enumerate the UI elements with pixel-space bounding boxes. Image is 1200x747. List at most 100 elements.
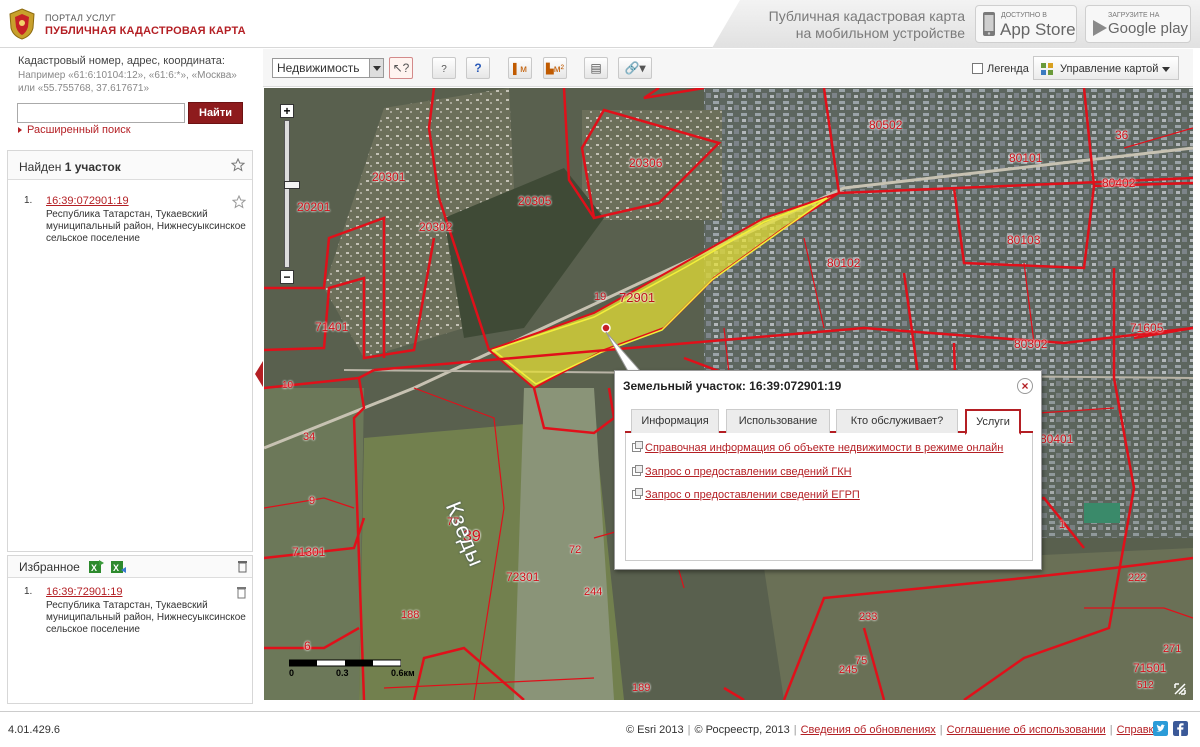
scale-label: 0.3 bbox=[336, 668, 349, 678]
results-title: Найден 1 участок bbox=[19, 160, 121, 174]
map-toolbar: Недвижимость ↖? ? ? ▌м ▙м² ▤ 🔗▾ Легенда … bbox=[263, 49, 1193, 87]
scale-label: 0.6км bbox=[391, 668, 415, 678]
layer-select-value: Недвижимость bbox=[277, 61, 360, 75]
result-num: 1. bbox=[24, 195, 33, 206]
tab-services[interactable]: Услуги bbox=[965, 409, 1021, 435]
updates-link[interactable]: Сведения об обновлениях bbox=[801, 724, 936, 736]
portal-subtitle: ПОРТАЛ УСЛУГ bbox=[45, 13, 116, 23]
search-input[interactable] bbox=[17, 103, 185, 123]
play-icon bbox=[1093, 20, 1107, 36]
resize-icon[interactable] bbox=[1173, 682, 1187, 696]
pages-icon bbox=[632, 465, 643, 476]
service-link-label: Запрос о предоставлении сведений ЕГРП bbox=[645, 489, 860, 501]
measure-question-icon: ? bbox=[441, 64, 447, 75]
service-link-label: Справочная информация об объекте недвижи… bbox=[645, 442, 1004, 454]
tab-usage[interactable]: Использование bbox=[726, 409, 830, 433]
left-panel: Кадастровый номер, адрес, координата: На… bbox=[7, 49, 254, 704]
layer-select[interactable]: Недвижимость bbox=[272, 58, 384, 78]
googleplay-small: Загрузите на bbox=[1108, 12, 1160, 19]
area-tool-button[interactable]: ▙м² bbox=[543, 57, 567, 79]
popup-body: Справочная информация об объекте недвижи… bbox=[625, 433, 1033, 561]
collapse-panel-handle[interactable] bbox=[255, 361, 263, 387]
grid-icon bbox=[1041, 63, 1053, 75]
identify-tool-button[interactable]: ↖? bbox=[389, 57, 413, 79]
favorite-id-link[interactable]: 16:39:72901:19 bbox=[46, 586, 122, 598]
result-id-link[interactable]: 16:39:072901:19 bbox=[46, 195, 129, 207]
star-icon[interactable] bbox=[231, 158, 245, 172]
favorite-address: Республика Татарстан, Тукаевский муницип… bbox=[46, 600, 246, 635]
ruler-icon: ▌м bbox=[513, 64, 527, 75]
tab-info[interactable]: Информация bbox=[631, 409, 719, 433]
info-question-icon: ? bbox=[474, 61, 482, 75]
zoom-slider[interactable] bbox=[284, 120, 300, 268]
svg-text:X: X bbox=[91, 563, 97, 573]
service-link[interactable]: Справочная информация об объекте недвижи… bbox=[632, 441, 1004, 454]
found-prefix: Найден bbox=[19, 160, 65, 174]
tab-who-serves[interactable]: Кто обслуживает? bbox=[836, 409, 958, 433]
zoom-in-button[interactable]: + bbox=[280, 104, 294, 118]
print-button[interactable]: ▤ bbox=[584, 57, 608, 79]
map-control-label: Управление картой bbox=[1060, 63, 1159, 75]
pages-icon bbox=[632, 441, 643, 452]
advanced-search-label: Расширенный поиск bbox=[27, 124, 131, 136]
advanced-search-link[interactable]: Расширенный поиск bbox=[18, 124, 131, 136]
printer-icon: ▤ bbox=[590, 61, 602, 75]
favorites-header: Избранное X X bbox=[8, 556, 252, 578]
footer-links: © Esri 2013 | © Росреестр, 2013 | Сведения о… bbox=[626, 724, 1160, 736]
cursor-question-icon: ↖? bbox=[392, 61, 410, 75]
service-link-label: Запрос о предоставлении сведений ГКН bbox=[645, 466, 852, 478]
coat-of-arms-icon[interactable] bbox=[8, 8, 36, 40]
area-ruler-icon: ▙м² bbox=[546, 64, 564, 75]
popup-title: Земельный участок: 16:39:072901:19 bbox=[623, 379, 842, 393]
app-store-button[interactable]: Доступно в App Store bbox=[975, 5, 1077, 43]
pages-icon bbox=[632, 488, 643, 499]
link-icon: 🔗▾ bbox=[624, 61, 646, 75]
chevron-down-icon[interactable] bbox=[369, 59, 383, 77]
excel-export-icon[interactable]: X bbox=[88, 559, 105, 574]
search-label: Кадастровый номер, адрес, координата: bbox=[18, 55, 225, 67]
zoom-control: + − bbox=[280, 104, 300, 284]
zoom-out-button[interactable]: − bbox=[280, 270, 294, 284]
trash-icon[interactable] bbox=[236, 586, 247, 599]
map-control-dropdown[interactable]: Управление картой bbox=[1033, 56, 1179, 80]
zoom-slider-handle[interactable] bbox=[284, 181, 300, 189]
scale-bar-graphic bbox=[288, 659, 402, 667]
rosreestr-copyright: © Росреестр, 2013 bbox=[694, 724, 790, 736]
service-link[interactable]: Запрос о предоставлении сведений ЕГРП bbox=[632, 488, 860, 501]
header: ПОРТАЛ УСЛУГ ПУБЛИЧНАЯ КАДАСТРОВАЯ КАРТА… bbox=[0, 0, 1200, 48]
favorite-item[interactable]: 1. 16:39:72901:19 Республика Татарстан, … bbox=[24, 586, 249, 636]
result-item[interactable]: 1. 16:39:072901:19 Республика Татарстан,… bbox=[24, 195, 249, 245]
found-count: 1 участок bbox=[64, 160, 121, 174]
facebook-icon[interactable] bbox=[1173, 721, 1188, 736]
version: 4.01.429.6 bbox=[8, 724, 60, 736]
star-icon[interactable] bbox=[232, 195, 246, 209]
results-header: Найден 1 участок bbox=[8, 151, 252, 180]
legend-label: Легенда bbox=[987, 63, 1029, 75]
trash-icon[interactable] bbox=[237, 560, 248, 573]
footer: 4.01.429.6 © Esri 2013 | © Росреестр, 2013… bbox=[0, 711, 1200, 747]
scale-label: 0 bbox=[289, 668, 295, 678]
ruler-tool-button[interactable]: ▌м bbox=[508, 57, 532, 79]
close-icon[interactable]: × bbox=[1017, 378, 1033, 394]
chevron-down-icon bbox=[1162, 67, 1170, 72]
appstore-small: Доступно в bbox=[1001, 12, 1047, 19]
service-link[interactable]: Запрос о предоставлении сведений ГКН bbox=[632, 465, 852, 478]
esri-copyright: © Esri 2013 bbox=[626, 724, 684, 736]
search-button[interactable]: Найти bbox=[188, 102, 243, 124]
mobile-text: Публичная кадастровая карта на мобильном… bbox=[768, 8, 965, 41]
portal-title[interactable]: ПУБЛИЧНАЯ КАДАСТРОВАЯ КАРТА bbox=[45, 25, 246, 37]
google-play-button[interactable]: Загрузите на Google play bbox=[1085, 5, 1191, 43]
measure-tool-button[interactable]: ? bbox=[432, 57, 456, 79]
link-button[interactable]: 🔗▾ bbox=[618, 57, 652, 79]
result-address: Республика Татарстан, Тукаевский муницип… bbox=[46, 209, 246, 244]
scale-bar: 0 0.3 0.6км bbox=[288, 658, 415, 682]
phone-icon bbox=[983, 12, 995, 36]
agreement-link[interactable]: Соглашение об использовании bbox=[947, 724, 1106, 736]
excel-import-icon[interactable]: X bbox=[110, 559, 127, 574]
favorites-panel: Избранное X X 1. 16:39:72901:19 Республи… bbox=[7, 555, 253, 704]
legend-checkbox[interactable] bbox=[972, 63, 983, 74]
twitter-icon[interactable] bbox=[1153, 721, 1168, 736]
results-panel: Найден 1 участок 1. 16:39:072901:19 Респ… bbox=[7, 150, 253, 552]
popup-tabs: Информация Использование Кто обслуживает… bbox=[625, 409, 1033, 435]
info-tool-button[interactable]: ? bbox=[466, 57, 490, 79]
